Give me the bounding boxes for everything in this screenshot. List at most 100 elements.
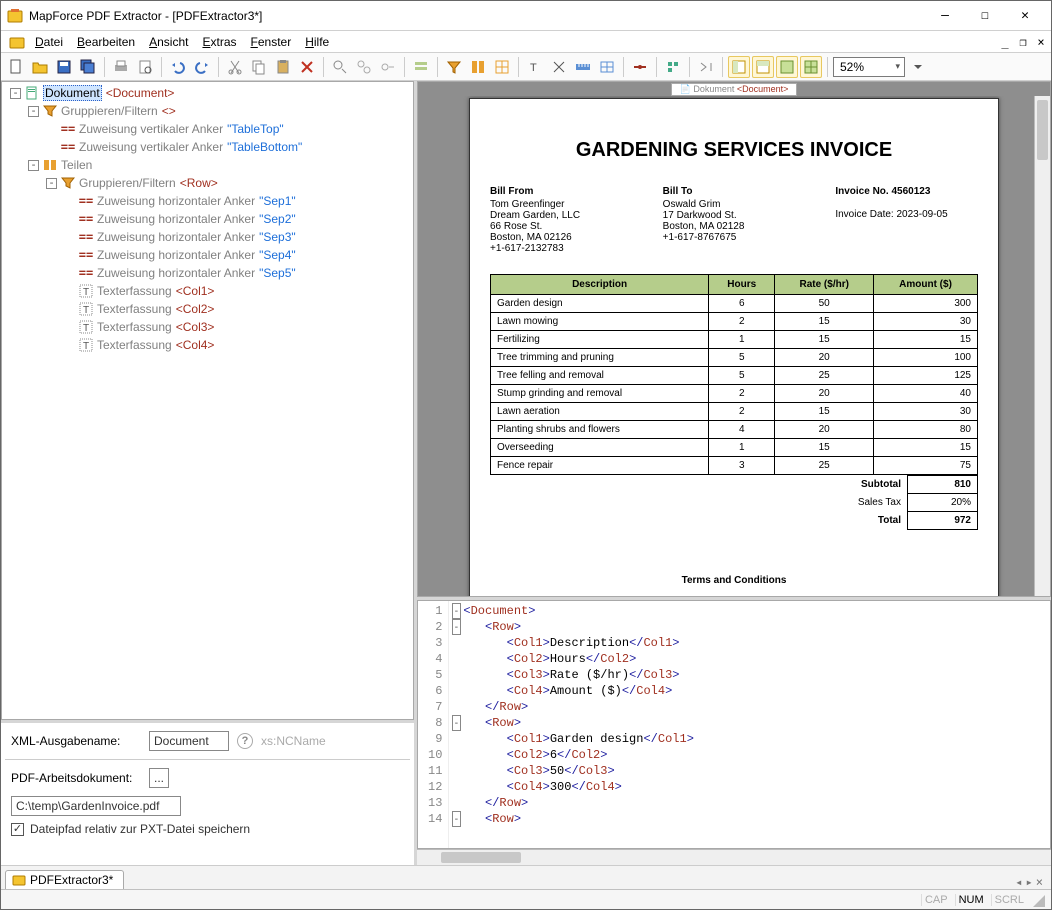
save-button[interactable] [53, 56, 75, 78]
print-preview-button[interactable] [134, 56, 156, 78]
xml-line[interactable]: <Col4>300</Col4> [463, 779, 1050, 795]
tree-pane[interactable]: -Dokument <Document>-Gruppieren/Filtern … [1, 81, 414, 720]
tree-item[interactable]: -Dokument <Document> [2, 84, 413, 102]
zoom-combo[interactable]: 52%▾ [833, 57, 905, 77]
xml-line[interactable]: <Col2>Hours</Col2> [463, 651, 1050, 667]
status-scrl: SCRL [991, 894, 1027, 906]
find-button[interactable] [329, 56, 351, 78]
xml-line[interactable]: <Col3>50</Col3> [463, 763, 1050, 779]
tree-item[interactable]: ==Zuweisung vertikaler Anker "TableTop" [2, 120, 413, 138]
split-button[interactable] [467, 56, 489, 78]
xml-output-input[interactable]: Document [149, 731, 229, 751]
filter-button[interactable] [443, 56, 465, 78]
anch-icon: == [79, 248, 93, 262]
cut-button[interactable] [224, 56, 246, 78]
menu-bearbeiten[interactable]: Bearbeiten [71, 35, 141, 49]
redo-button[interactable] [191, 56, 213, 78]
delete-button[interactable] [296, 56, 318, 78]
svg-text:T: T [83, 323, 89, 334]
xml-line[interactable]: <Col1>Garden design</Col1> [463, 731, 1050, 747]
tree-item[interactable]: ==Zuweisung horizontaler Anker "Sep1" [2, 192, 413, 210]
xml-output-pane[interactable]: 1234567891011121314 ---- <Document> <Row… [417, 597, 1051, 865]
copy-button[interactable] [248, 56, 270, 78]
xml-line[interactable]: <Col3>Rate ($/hr)</Col3> [463, 667, 1050, 683]
layout2-button[interactable] [752, 56, 774, 78]
preview-vscrollbar[interactable] [1034, 96, 1050, 596]
output-hscrollbar[interactable] [417, 849, 1051, 865]
tree-item[interactable]: -Gruppieren/Filtern <Row> [2, 174, 413, 192]
zoom-dropdown-button[interactable] [907, 56, 929, 78]
find-next-button[interactable] [353, 56, 375, 78]
xml-line[interactable]: <Document> [463, 603, 1050, 619]
layout3-button[interactable] [776, 56, 798, 78]
tree-item[interactable]: -Gruppieren/Filtern <> [2, 102, 413, 120]
tree-item[interactable]: ==Zuweisung horizontaler Anker "Sep2" [2, 210, 413, 228]
ruler-button[interactable] [572, 56, 594, 78]
invoice-totals: Subtotal810 Sales Tax20% Total972 [490, 475, 978, 530]
anchor-button[interactable] [491, 56, 513, 78]
print-button[interactable] [110, 56, 132, 78]
xml-line[interactable]: <Row> [463, 619, 1050, 635]
xml-line[interactable]: <Col1>Description</Col1> [463, 635, 1050, 651]
mdi-restore-button[interactable]: ❐ [1015, 34, 1031, 50]
align-button[interactable] [695, 56, 717, 78]
tree-item[interactable]: ==Zuweisung horizontaler Anker "Sep4" [2, 246, 413, 264]
save-all-button[interactable] [77, 56, 99, 78]
new-button[interactable] [5, 56, 27, 78]
xml-line[interactable]: <Col4>Amount ($)</Col4> [463, 683, 1050, 699]
xml-line[interactable]: <Row> [463, 715, 1050, 731]
minimize-button[interactable]: — [925, 2, 965, 30]
pdf-preview-pane[interactable]: 📄 Dokument <Document> GARDENING SERVICES… [417, 81, 1051, 597]
undo-button[interactable] [167, 56, 189, 78]
grid-button[interactable] [596, 56, 618, 78]
menu-datei[interactable]: Datei [29, 35, 69, 49]
mdi-minimize-button[interactable]: _ [997, 34, 1013, 50]
tree-item[interactable]: TTexterfassung <Col1> [2, 282, 413, 300]
tree-item[interactable]: ==Zuweisung horizontaler Anker "Sep5" [2, 264, 413, 282]
layout1-button[interactable] [728, 56, 750, 78]
xml-line[interactable]: <Row> [463, 811, 1050, 827]
pdf-path-input[interactable]: C:\temp\GardenInvoice.pdf [11, 796, 181, 816]
menu-ansicht[interactable]: Ansicht [143, 35, 194, 49]
layout4-button[interactable] [800, 56, 822, 78]
vanchor-button[interactable] [662, 56, 684, 78]
tree-item[interactable]: TTexterfassung <Col3> [2, 318, 413, 336]
hanchor-button[interactable] [629, 56, 651, 78]
open-button[interactable] [29, 56, 51, 78]
tree-item[interactable]: TTexterfassung <Col4> [2, 336, 413, 354]
menu-hilfe[interactable]: Hilfe [299, 35, 335, 49]
svg-text:T: T [83, 341, 89, 352]
maximize-button[interactable]: ☐ [965, 2, 1005, 30]
tree-item[interactable]: TTexterfassung <Col2> [2, 300, 413, 318]
tree-item[interactable]: ==Zuweisung horizontaler Anker "Sep3" [2, 228, 413, 246]
tab-nav[interactable]: ◂▸× [1015, 875, 1047, 889]
tree-item[interactable]: -Teilen [2, 156, 413, 174]
doc-tab[interactable]: PDFExtractor3* [5, 870, 124, 889]
anch-icon: == [79, 212, 93, 226]
app-menu-icon[interactable] [7, 34, 27, 50]
group-button[interactable] [410, 56, 432, 78]
menu-extras[interactable]: Extras [196, 35, 242, 49]
merge-button[interactable] [548, 56, 570, 78]
pdf-browse-button[interactable]: ... [149, 768, 169, 788]
titlebar[interactable]: MapForce PDF Extractor - [PDFExtractor3*… [1, 1, 1051, 31]
xml-line[interactable]: <Col2>6</Col2> [463, 747, 1050, 763]
menu-fenster[interactable]: Fenster [245, 35, 298, 49]
resize-grip[interactable] [1031, 893, 1045, 907]
doc-tab-label: PDFExtractor3* [30, 873, 113, 887]
anch-icon: == [79, 194, 93, 208]
help-icon[interactable]: ? [237, 733, 253, 749]
xml-line[interactable]: </Row> [463, 699, 1050, 715]
paste-button[interactable] [272, 56, 294, 78]
replace-button[interactable] [377, 56, 399, 78]
doc-tab-icon [12, 873, 26, 887]
text-capture-button[interactable]: T [524, 56, 546, 78]
menubar: Datei Bearbeiten Ansicht Extras Fenster … [1, 31, 1051, 53]
mdi-close-button[interactable]: × [1033, 34, 1049, 50]
tree-item[interactable]: ==Zuweisung vertikaler Anker "TableBotto… [2, 138, 413, 156]
xml-line[interactable]: </Row> [463, 795, 1050, 811]
close-button[interactable]: ✕ [1005, 2, 1045, 30]
anch-icon: == [61, 122, 75, 136]
relative-path-checkbox[interactable]: Dateipfad relativ zur PXT-Datei speicher… [11, 822, 404, 836]
toolbar: T 52%▾ [1, 53, 1051, 81]
